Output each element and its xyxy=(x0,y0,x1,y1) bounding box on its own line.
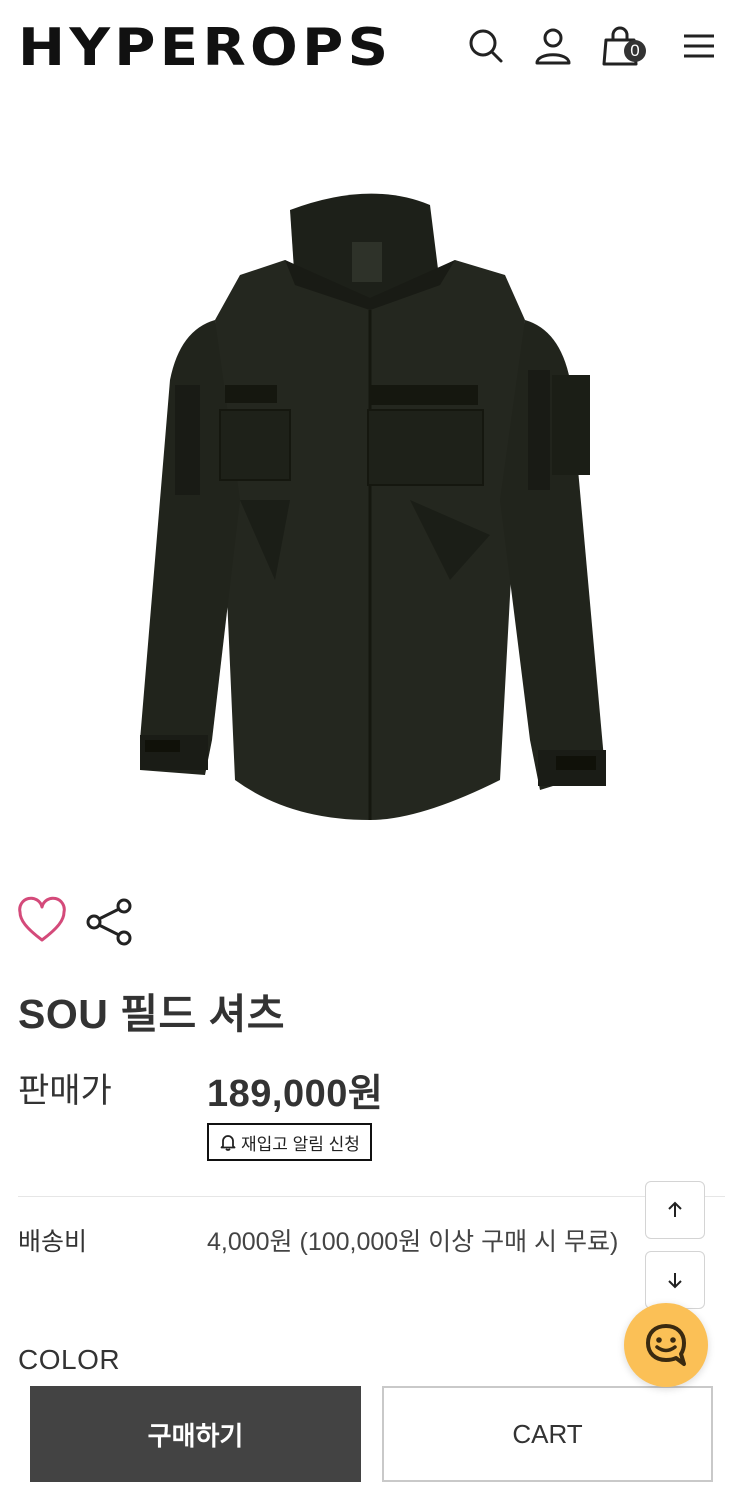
site-header: HYPEROPS 0 xyxy=(0,0,743,96)
price-value: 189,000원 xyxy=(207,1073,384,1115)
add-to-cart-button[interactable]: CART xyxy=(382,1386,713,1482)
cart-icon[interactable]: 0 xyxy=(598,22,646,70)
search-icon[interactable] xyxy=(462,22,510,70)
scroll-top-button[interactable] xyxy=(645,1181,705,1239)
product-title: SOU 필드 셔츠 xyxy=(18,991,286,1037)
arrow-down-icon xyxy=(668,1273,682,1289)
restock-alert-button[interactable]: 재입고 알림 신청 xyxy=(207,1123,372,1161)
wishlist-heart-icon[interactable] xyxy=(16,896,68,948)
shipping-label: 배송비 xyxy=(18,1228,88,1256)
menu-icon[interactable] xyxy=(675,22,723,70)
shipping-value: 4,000원 (100,000원 이상 구매 시 무료) xyxy=(207,1228,619,1256)
product-image xyxy=(140,193,606,820)
price-label: 판매가 xyxy=(18,1072,112,1110)
arrow-up-icon xyxy=(668,1201,682,1217)
buy-now-button[interactable]: 구매하기 xyxy=(30,1386,361,1482)
share-icon[interactable] xyxy=(84,896,136,948)
user-icon[interactable] xyxy=(529,22,577,70)
site-logo[interactable]: HYPEROPS xyxy=(18,20,392,76)
bottom-action-bar: 구매하기 CART xyxy=(0,1372,743,1500)
chat-button[interactable] xyxy=(624,1303,708,1387)
divider xyxy=(18,1196,725,1197)
restock-alert-label: 재입고 알림 신청 xyxy=(241,1134,360,1154)
scroll-bottom-button[interactable] xyxy=(645,1251,705,1309)
bell-icon xyxy=(220,1135,236,1151)
cart-count-badge: 0 xyxy=(624,40,646,62)
chat-icon xyxy=(646,1324,686,1366)
